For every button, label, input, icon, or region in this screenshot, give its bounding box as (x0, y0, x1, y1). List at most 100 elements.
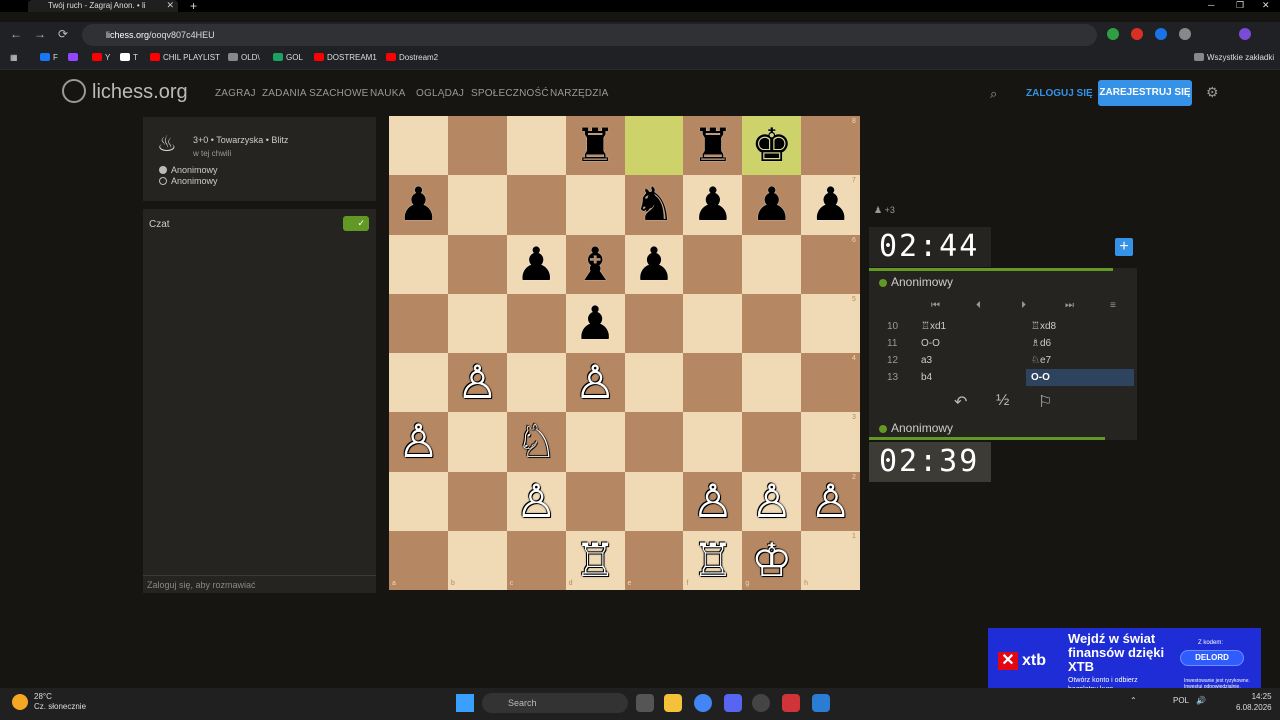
piece-f7[interactable]: ♟ (683, 175, 742, 234)
minimize-icon[interactable]: ─ (1208, 0, 1214, 10)
square-d7[interactable] (565, 175, 625, 235)
white-player[interactable]: Anonimowy (159, 165, 218, 175)
black-move[interactable]: ♘e7 (1031, 355, 1051, 366)
piece-e7[interactable]: ♞ (625, 175, 684, 234)
input-language[interactable]: POL (1173, 696, 1189, 705)
chat-input[interactable]: Zaloguj się, aby rozmawiać (143, 575, 376, 593)
bookmark-item[interactable]: CHIL PLAYLIST (150, 53, 220, 62)
square-c5[interactable] (506, 293, 566, 353)
piece-e6[interactable]: ♟ (625, 235, 684, 294)
white-move[interactable]: b4 (921, 372, 932, 383)
all-bookmarks[interactable]: Wszystkie zakładki (1194, 53, 1274, 62)
translate-extension-icon[interactable] (1155, 28, 1167, 40)
square-a5[interactable] (389, 293, 448, 353)
piece-a7[interactable]: ♟ (389, 175, 448, 234)
prev-move-icon[interactable]: ⏴ (976, 300, 981, 311)
steam-icon[interactable] (752, 694, 770, 712)
square-b3[interactable] (447, 412, 507, 472)
piece-b4[interactable]: ♙ (448, 353, 507, 412)
piece-d6[interactable]: ♝ (566, 235, 625, 294)
black-move[interactable]: O-O (1031, 372, 1050, 383)
nav-tools[interactable]: NARZĘDZIA (550, 88, 608, 99)
bookmark-item[interactable]: GOL (273, 53, 303, 62)
square-f6[interactable] (683, 234, 743, 294)
nav-learn[interactable]: NAUKA (370, 88, 405, 99)
white-move[interactable]: O-O (921, 338, 940, 349)
black-move[interactable]: ♗d6 (1031, 338, 1051, 349)
square-a2[interactable] (389, 471, 448, 531)
piece-g1[interactable]: ♔ (742, 531, 801, 590)
address-bar[interactable]: lichess.org/ooqv807c4HEU (82, 24, 1097, 46)
square-c8[interactable] (506, 116, 566, 176)
piece-f1[interactable]: ♖ (683, 531, 742, 590)
piece-d8[interactable]: ♜ (566, 116, 625, 175)
piece-c3[interactable]: ♘ (507, 412, 566, 471)
white-move[interactable]: ♖xd1 (921, 321, 946, 332)
ad-code-button[interactable]: DELORD (1180, 650, 1244, 666)
menu-icon[interactable]: ≡ (1110, 300, 1116, 311)
piece-g2[interactable]: ♙ (742, 472, 801, 531)
discord-icon[interactable] (724, 694, 742, 712)
login-link[interactable]: ZALOGUJ SIĘ (1026, 88, 1093, 99)
nav-community[interactable]: SPOŁECZNOŚĆ (471, 88, 549, 99)
nav-play[interactable]: ZAGRAJ (215, 88, 256, 99)
reload-icon[interactable]: ⟳ (58, 27, 68, 41)
square-e5[interactable] (624, 293, 684, 353)
opponent-name[interactable]: Anonimowy (879, 275, 953, 289)
piece-a3[interactable]: ♙ (389, 412, 448, 471)
profile-avatar[interactable] (1239, 28, 1251, 40)
close-tab-icon[interactable]: ✕ (166, 0, 174, 11)
square-d3[interactable] (565, 412, 625, 472)
square-f5[interactable] (683, 293, 743, 353)
resign-button[interactable]: ⚐ (1038, 392, 1052, 412)
square-e2[interactable] (624, 471, 684, 531)
puzzle-extension-icon[interactable] (1179, 28, 1191, 40)
next-move-icon[interactable]: ⏵ (1021, 300, 1026, 311)
browser-tab[interactable]: Twój ruch - Zagraj Anon. • li ✕ (28, 0, 178, 12)
windows-start-icon[interactable] (456, 694, 474, 712)
square-b1[interactable] (447, 530, 507, 590)
red-extension-icon[interactable] (1131, 28, 1143, 40)
square-e3[interactable] (624, 412, 684, 472)
square-g6[interactable] (742, 234, 802, 294)
square-c1[interactable] (506, 530, 566, 590)
app-icon[interactable] (782, 694, 800, 712)
square-a1[interactable] (389, 530, 448, 590)
square-c7[interactable] (506, 175, 566, 235)
square-a6[interactable] (389, 234, 448, 294)
apps-icon[interactable]: ▦ (10, 53, 18, 62)
nav-puzzles[interactable]: ZADANIA SZACHOWE (262, 88, 369, 99)
taskbar-search[interactable]: Search (482, 693, 628, 713)
window-close-icon[interactable]: ✕ (1262, 0, 1270, 11)
add-time-button[interactable]: + (1115, 238, 1133, 256)
piece-d4[interactable]: ♙ (566, 353, 625, 412)
piece-g7[interactable]: ♟ (742, 175, 801, 234)
search-icon[interactable]: ⌕ (990, 86, 997, 102)
bookmark-item[interactable]: F (40, 53, 58, 62)
shield-extension-icon[interactable] (1107, 28, 1119, 40)
first-move-icon[interactable]: ⏮ (931, 300, 940, 311)
piece-c6[interactable]: ♟ (507, 235, 566, 294)
square-g5[interactable] (742, 293, 802, 353)
bookmark-item[interactable]: Dostream2 (386, 53, 438, 62)
square-e8[interactable] (624, 116, 684, 176)
weather-icon[interactable] (12, 694, 28, 710)
bookmark-item[interactable]: DOSTREAM1 (314, 53, 377, 62)
square-b5[interactable] (447, 293, 507, 353)
square-f3[interactable] (683, 412, 743, 472)
piece-f2[interactable]: ♙ (683, 472, 742, 531)
square-g3[interactable] (742, 412, 802, 472)
bookmark-item[interactable]: Y (92, 53, 110, 62)
chat-toggle[interactable]: ✓ (343, 216, 369, 231)
black-player[interactable]: Anonimowy (159, 176, 218, 186)
square-e1[interactable] (624, 530, 684, 590)
piece-c2[interactable]: ♙ (507, 472, 566, 531)
bookmark-item[interactable]: T (120, 53, 138, 62)
app-icon[interactable] (812, 694, 830, 712)
last-move-icon[interactable]: ⏭ (1065, 300, 1074, 311)
square-d2[interactable] (565, 471, 625, 531)
square-b8[interactable] (447, 116, 507, 176)
square-b7[interactable] (447, 175, 507, 235)
square-a8[interactable] (389, 116, 448, 176)
square-f4[interactable] (683, 353, 743, 413)
